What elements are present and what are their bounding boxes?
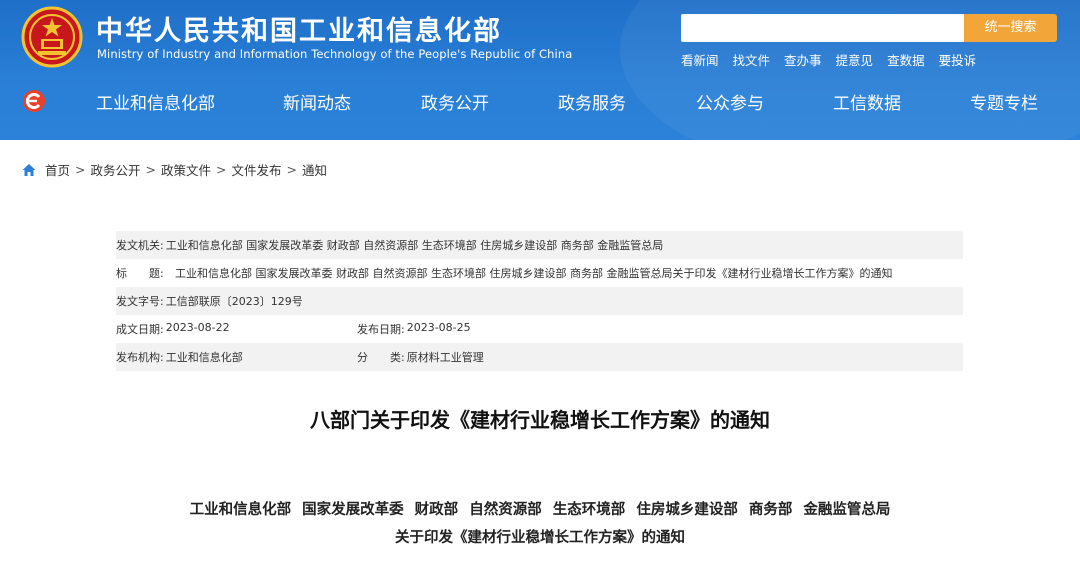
breadcrumb-separator: > [145,162,156,177]
site-title[interactable]: 中华人民共和国工业和信息化部 [96,9,502,48]
meta-published-date-label: 发布日期: [357,323,405,336]
breadcrumb-separator: > [286,162,297,177]
main-nav: 工业和信息化部 新闻动态 政务公开 政务服务 公众参与 工信数据 专题专栏 [0,80,1080,121]
meta-created-date-value: 2023-08-22 [165,321,230,334]
nav-item-data[interactable]: 工信数据 [833,89,901,114]
meta-org-label: 发布机构: [116,351,164,364]
meta-title-value: 工业和信息化部 国家发展改革委 财政部 自然资源部 生态环境部 住房城乡建设部 … [175,267,893,280]
meta-row-issuer: 发文机关: 工业和信息化部 国家发展改革委 财政部 自然资源部 生态环境部 住房… [116,231,963,259]
meta-row-title: 标 题: 工业和信息化部 国家发展改革委 财政部 自然资源部 生态环境部 住房城… [116,259,963,287]
quick-link-feedback[interactable]: 提意见 [836,50,874,69]
article-title: 八部门关于印发《建材行业稳增长工作方案》的通知 [310,408,770,432]
home-icon[interactable] [22,163,36,177]
breadcrumb-policy-docs[interactable]: 政策文件 [161,160,211,179]
search-button[interactable]: 统一搜索 [964,14,1057,42]
meta-row-org-category: 发布机构: 工业和信息化部 分 类: 原材料工业管理 [116,343,963,371]
quick-link-documents[interactable]: 找文件 [733,50,771,69]
breadcrumb-separator: > [75,162,86,177]
quick-links: 看新闻 找文件 查办事 提意见 查数据 要投诉 [681,50,976,69]
nav-item-gov-affairs[interactable]: 政务公开 [421,89,489,114]
meta-published-date-value: 2023-08-25 [406,321,471,334]
breadcrumb: 首页 > 政务公开 > 政策文件 > 文件发布 > 通知 [22,160,327,179]
quick-link-data[interactable]: 查数据 [887,50,925,69]
document-meta-table: 发文机关: 工业和信息化部 国家发展改革委 财政部 自然资源部 生态环境部 住房… [116,231,963,371]
meta-row-doc-number: 发文字号: 工信部联原〔2023〕129号 [116,287,963,315]
nav-item-special-topics[interactable]: 专题专栏 [970,89,1038,114]
nav-item-gov-services[interactable]: 政务服务 [558,89,626,114]
breadcrumb-notice[interactable]: 通知 [302,160,327,179]
meta-row-dates: 成文日期: 2023-08-22 发布日期: 2023-08-25 [116,315,963,343]
meta-title-label: 标 题: [116,267,164,280]
meta-issuer-value: 工业和信息化部 国家发展改革委 财政部 自然资源部 生态环境部 住房城乡建设部 … [165,239,664,252]
meta-created-date-label: 成文日期: [116,323,164,336]
breadcrumb-home[interactable]: 首页 [45,160,70,179]
search-input[interactable] [681,14,964,42]
meta-issuer-label: 发文机关: [116,239,164,252]
quick-link-complaint[interactable]: 要投诉 [939,50,977,69]
nav-item-miit[interactable]: 工业和信息化部 [96,89,215,114]
national-emblem-icon[interactable] [21,6,83,68]
meta-category-label: 分 类: [357,351,405,364]
e-gov-logo-icon[interactable] [21,88,47,114]
article-issuers: 工业和信息化部 国家发展改革委 财政部 自然资源部 生态环境部 住房城乡建设部 … [189,501,891,518]
nav-item-news[interactable]: 新闻动态 [283,89,351,114]
breadcrumb-doc-release[interactable]: 文件发布 [232,160,282,179]
meta-doc-number-value: 工信部联原〔2023〕129号 [165,295,303,308]
meta-doc-number-label: 发文字号: [116,295,164,308]
article-subtitle: 关于印发《建材行业稳增长工作方案》的通知 [395,529,685,546]
meta-category-value: 原材料工业管理 [406,351,484,364]
quick-link-news[interactable]: 看新闻 [681,50,719,69]
site-header: 中华人民共和国工业和信息化部 Ministry of Industry and … [0,0,1080,140]
breadcrumb-separator: > [216,162,227,177]
nav-item-public-participation[interactable]: 公众参与 [696,89,764,114]
quick-link-services[interactable]: 查办事 [784,50,822,69]
meta-org-value: 工业和信息化部 [165,351,243,364]
breadcrumb-gov-affairs[interactable]: 政务公开 [91,160,141,179]
site-subtitle-en: Ministry of Industry and Information Tec… [97,47,573,61]
